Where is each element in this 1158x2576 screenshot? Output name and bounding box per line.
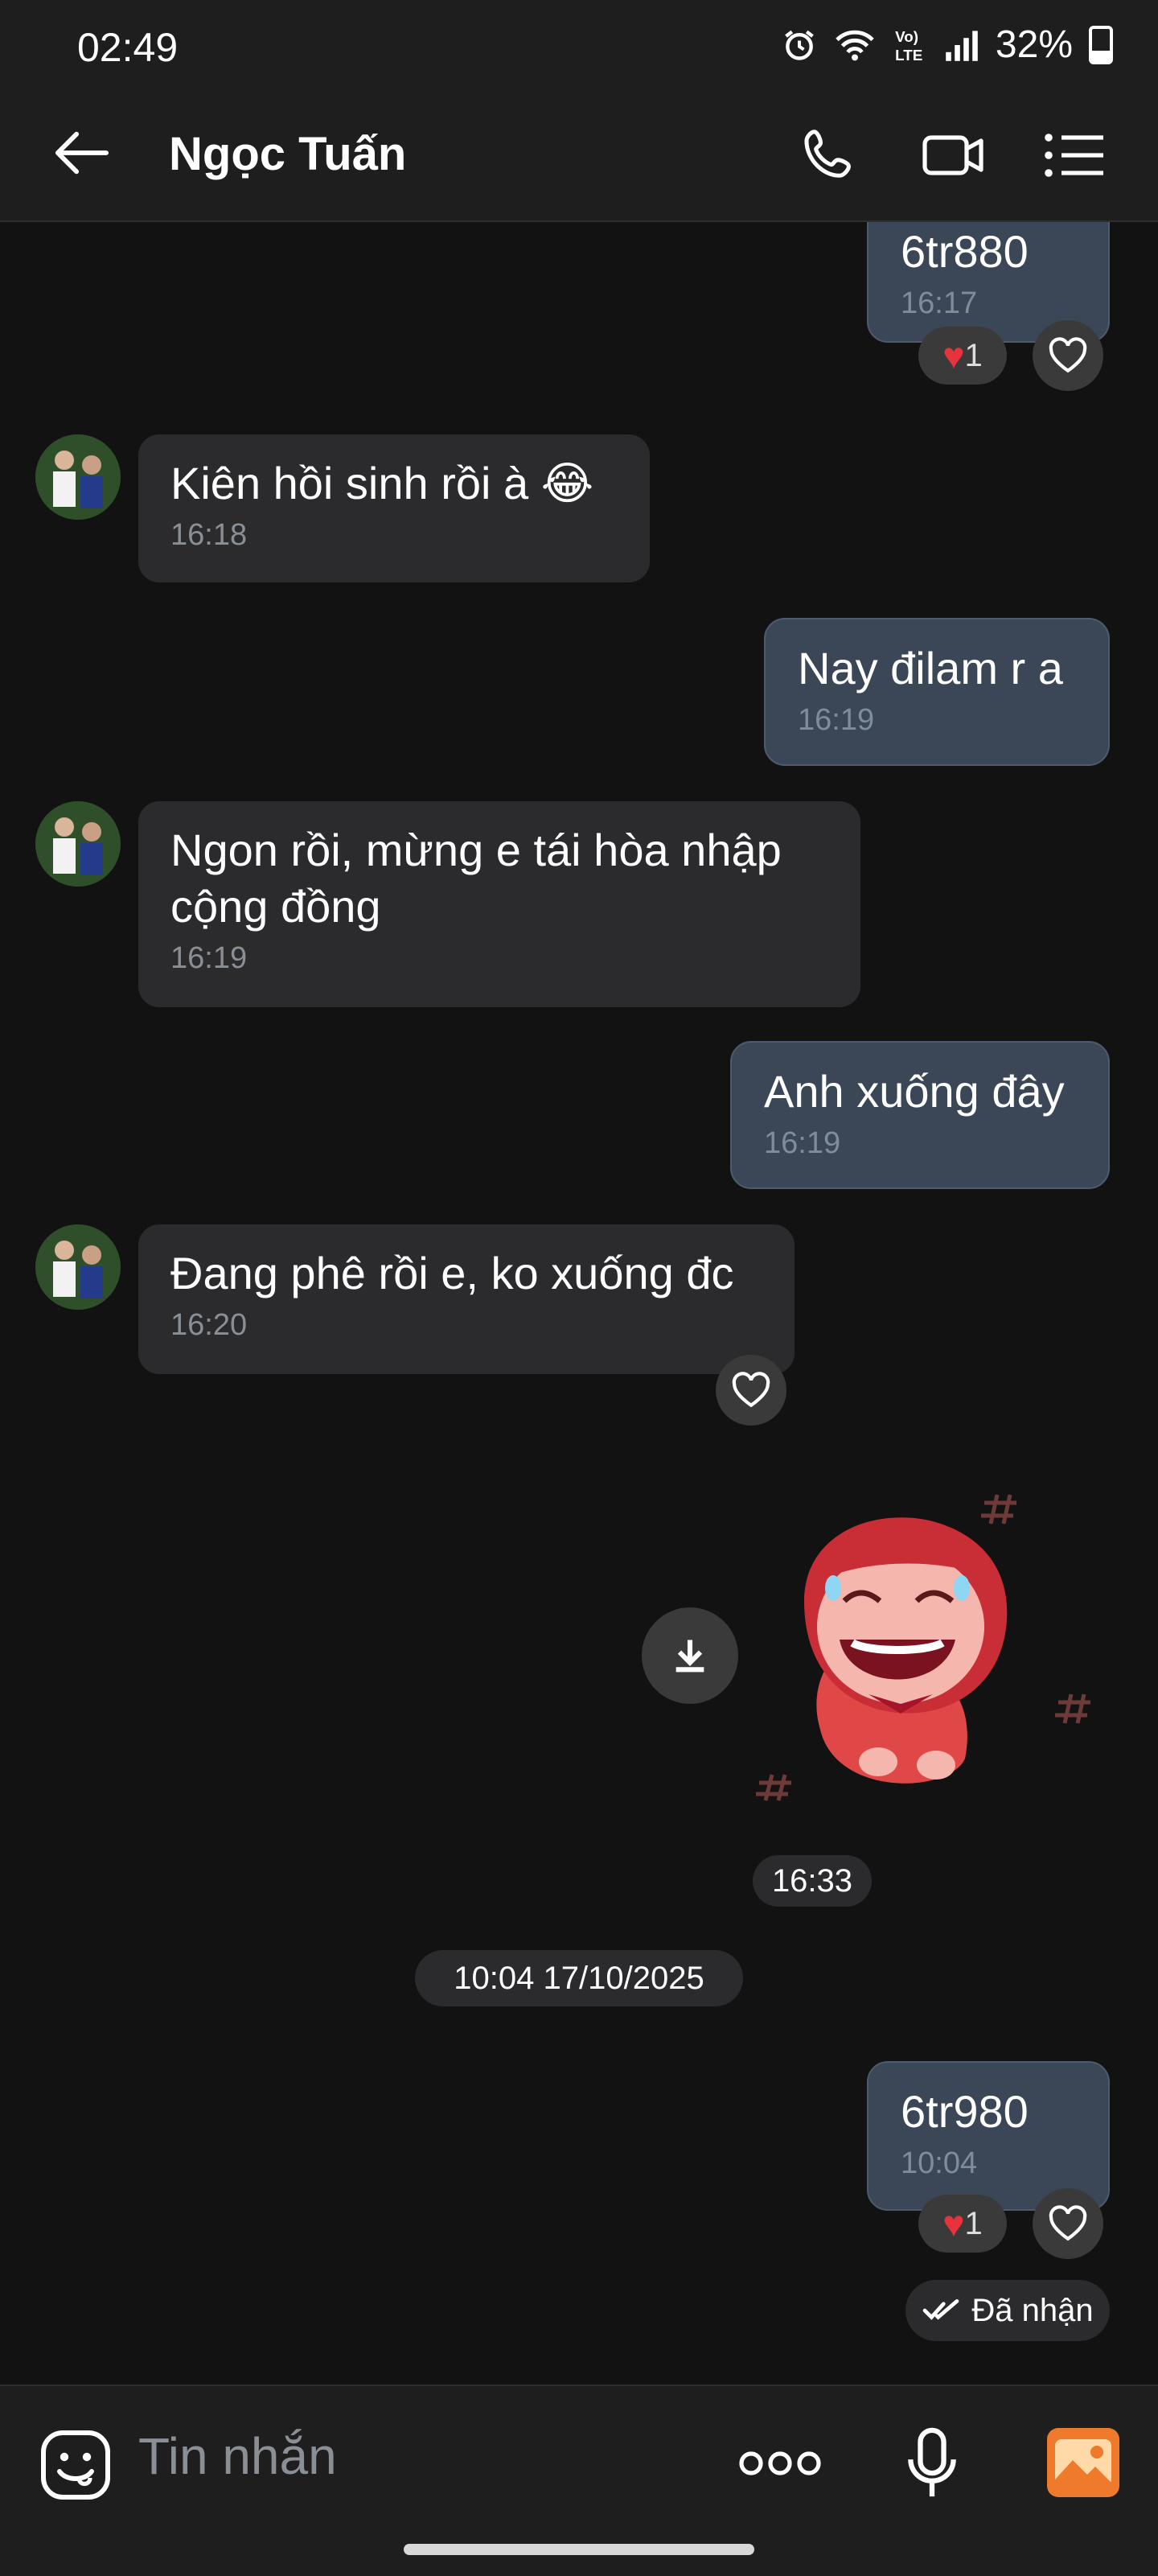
heart-icon: ♥ <box>942 2203 965 2245</box>
avatar[interactable] <box>35 1224 121 1310</box>
status-time: 02:49 <box>77 25 179 70</box>
message-bubble-outgoing[interactable]: Nay đilam r a 16:19 <box>764 618 1110 766</box>
status-icons: Vo) LTE 32% <box>782 23 1113 67</box>
message-text: 6tr880 <box>901 226 1029 277</box>
delivery-status: Đã nhận <box>905 2280 1110 2341</box>
message-text: Nay đilam r a <box>798 643 1063 693</box>
more-dots-icon[interactable] <box>738 2447 822 2479</box>
video-call-icon[interactable] <box>922 127 986 183</box>
microphone-icon[interactable] <box>904 2426 960 2500</box>
sticker-time: 16:33 <box>753 1855 872 1907</box>
message-bubble-incoming[interactable]: Kiên hồi sinh rồi à 😂 16:18 <box>138 434 650 582</box>
download-sticker-button[interactable] <box>642 1607 738 1704</box>
message-time: 16:19 <box>170 941 248 975</box>
gallery-icon[interactable] <box>1045 2426 1121 2499</box>
message-bubble-outgoing[interactable]: Anh xuống đây 16:19 <box>730 1041 1110 1189</box>
home-indicator[interactable] <box>404 2544 754 2555</box>
status-bar: 02:49 Vo) LTE 32% <box>0 0 1158 80</box>
reaction-count: 1 <box>964 337 983 373</box>
message-time: 16:18 <box>170 518 248 552</box>
message-text: Đang phê rồi e, ko xuống đc <box>170 1248 734 1298</box>
message-time: 16:20 <box>170 1308 248 1342</box>
react-heart-button[interactable] <box>716 1355 786 1426</box>
message-time: 16:17 <box>901 286 978 320</box>
signal-icon <box>946 30 978 61</box>
sticker-emoji-icon[interactable] <box>39 2428 113 2502</box>
double-check-icon <box>923 2299 959 2320</box>
battery-percent: 32% <box>995 23 1073 66</box>
react-heart-button[interactable] <box>1033 320 1103 391</box>
menu-list-icon[interactable] <box>1042 127 1107 183</box>
contact-name[interactable]: Ngọc Tuấn <box>169 127 406 181</box>
alarm-icon <box>785 30 814 60</box>
battery-icon <box>1089 25 1113 64</box>
laughing-red-hood-sticker[interactable] <box>756 1488 1110 1826</box>
download-icon <box>676 1640 704 1673</box>
back-arrow-icon[interactable] <box>53 129 109 177</box>
svg-text:Vo): Vo) <box>895 27 918 44</box>
avatar[interactable] <box>35 434 121 520</box>
delivery-status-text: Đã nhận <box>971 2293 1094 2328</box>
heart-icon <box>1049 2205 1087 2241</box>
wifi-icon <box>836 30 874 60</box>
reaction-badge[interactable]: ♥ 1 <box>918 327 1007 385</box>
avatar[interactable] <box>35 801 121 887</box>
message-text: Ngon rồi, mừng e tái hòa nhập cộng đồng <box>170 825 782 932</box>
message-bubble-incoming[interactable]: Ngon rồi, mừng e tái hòa nhập cộng đồng … <box>138 801 860 1007</box>
heart-icon <box>732 1372 770 1408</box>
message-text: Anh xuống đây <box>764 1066 1065 1117</box>
phone-icon[interactable] <box>801 127 865 183</box>
date-separator: 10:04 17/10/2025 <box>415 1950 743 2006</box>
svg-text:LTE: LTE <box>895 46 922 63</box>
message-input[interactable]: Tin nhắn <box>138 2426 337 2486</box>
message-time: 10:04 <box>901 2146 978 2180</box>
reaction-count: 1 <box>964 2205 983 2241</box>
message-time: 16:19 <box>798 703 875 737</box>
message-text: Kiên hồi sinh rồi à 😂 <box>170 458 594 508</box>
message-text: 6tr980 <box>901 2086 1029 2137</box>
volte-icon: Vo) LTE <box>895 27 922 63</box>
message-time: 16:19 <box>764 1126 841 1160</box>
react-heart-button[interactable] <box>1033 2188 1103 2259</box>
heart-icon <box>1049 337 1087 373</box>
reaction-badge[interactable]: ♥ 1 <box>918 2195 1007 2253</box>
heart-icon: ♥ <box>942 335 965 377</box>
chat-header-content: Ngọc Tuấn <box>0 80 1158 222</box>
message-bubble-incoming[interactable]: Đang phê rồi e, ko xuống đc 16:20 <box>138 1224 795 1374</box>
